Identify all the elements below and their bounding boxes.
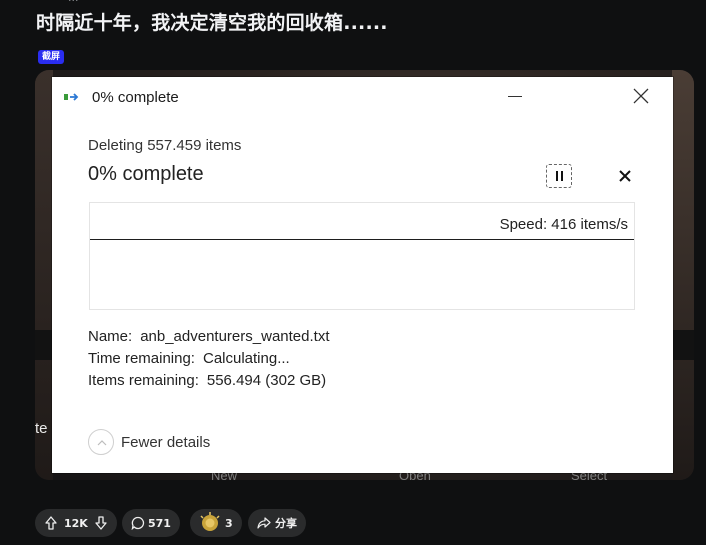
award-icon [200,512,220,531]
operation-description: Deleting 557.459 items [88,137,242,154]
detail-items-remaining: Items remaining: 556.494 (302 GB) [88,372,326,389]
detail-items-value: 556.494 (302 GB) [206,372,327,389]
comments-button[interactable]: 571 [122,509,180,537]
speed-readout: Speed: 416 items/s [499,216,628,233]
detail-items-label: Items remaining: [88,372,199,389]
vote-count: 12K [64,516,88,530]
dialog-title: 0% complete [92,89,179,106]
detail-time-remaining: Time remaining: Calculating... [88,350,290,367]
post-meta-cutoff: ··· [68,0,79,7]
post-title[interactable]: 时隔近十年，我决定清空我的回收箱...... [36,8,388,35]
detail-name-label: Name: [88,328,133,345]
percent-complete: 0% complete [88,163,204,185]
delete-progress-dialog: 0% complete Deleting 557.459 items 0% co… [52,77,673,473]
close-button[interactable] [626,81,656,111]
pause-icon [556,171,558,181]
image-background-right [672,70,694,480]
vote-control: 12K [35,509,117,537]
post-action-bar: 12K 571 3 分享 [0,506,706,540]
fewer-details-label: Fewer details [121,434,211,451]
speed-graph-line [90,239,634,240]
share-label: 分享 [275,517,297,530]
post-flair-badge[interactable]: 截屏 [38,50,65,64]
cancel-icon [619,170,631,182]
chevron-up-icon [88,429,114,455]
downvote-icon[interactable] [94,516,108,530]
detail-name-value: anb_adventurers_wanted.txt [140,328,330,345]
detail-time-label: Time remaining: [88,350,195,367]
cancel-button[interactable] [614,165,636,187]
image-background-left [35,70,53,480]
award-button[interactable]: 3 [190,509,242,537]
detail-time-value: Calculating... [202,350,290,367]
share-icon [257,517,271,529]
comment-icon [131,516,145,530]
share-button[interactable]: 分享 [248,509,306,537]
minimize-button[interactable] [500,81,530,111]
comment-count: 571 [148,516,171,530]
pause-button[interactable] [546,164,572,188]
file-transfer-icon [64,93,79,101]
dialog-titlebar[interactable]: 0% complete [52,77,673,115]
close-icon [633,88,649,104]
speed-graph: Speed: 416 items/s [89,202,635,310]
upvote-icon[interactable] [44,516,58,530]
award-count: 3 [225,516,233,530]
detail-name: Name: anb_adventurers_wanted.txt [88,328,329,345]
background-text-fragment: te [35,420,48,437]
